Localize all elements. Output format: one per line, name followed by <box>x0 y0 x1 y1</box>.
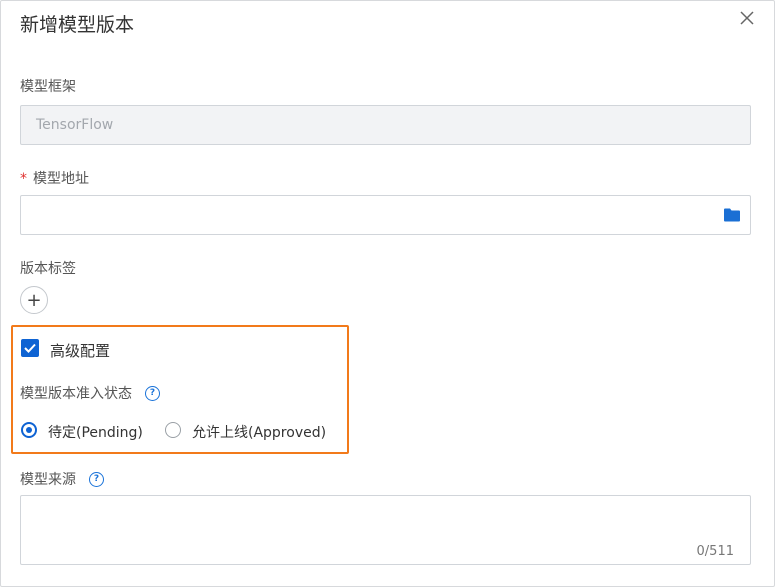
add-tag-button[interactable]: + <box>20 286 48 314</box>
framework-field: TensorFlow <box>20 105 751 145</box>
version-tags-label: 版本标签 <box>20 261 76 277</box>
radio-approved[interactable] <box>165 422 181 438</box>
close-button[interactable] <box>738 9 756 27</box>
checkmark-icon <box>24 343 36 353</box>
framework-label: 模型框架 <box>20 79 76 95</box>
model-source-textarea[interactable]: 0/511 <box>20 495 751 565</box>
help-icon[interactable]: ? <box>89 472 104 487</box>
model-address-label-text: 模型地址 <box>33 171 89 187</box>
advanced-config-checkbox[interactable] <box>21 339 39 357</box>
model-source-label: 模型来源 <box>20 472 76 488</box>
radio-approved-label: 允许上线(Approved) <box>192 425 327 441</box>
folder-icon[interactable] <box>724 208 740 222</box>
dialog-title: 新增模型版本 <box>20 14 135 36</box>
help-icon[interactable]: ? <box>145 386 160 401</box>
advanced-config-label: 高级配置 <box>50 342 111 360</box>
model-address-label: * 模型地址 <box>20 168 89 188</box>
char-counter: 0/511 <box>696 544 734 559</box>
radio-pending-label: 待定(Pending) <box>48 425 143 441</box>
admission-status-label: 模型版本准入状态 <box>20 386 132 402</box>
dialog: 新增模型版本 模型框架 TensorFlow * 模型地址 版本标签 + 高级配置… <box>0 0 775 587</box>
framework-value: TensorFlow <box>36 117 114 133</box>
plus-icon: + <box>26 289 42 311</box>
model-address-input[interactable] <box>20 195 751 235</box>
radio-pending[interactable] <box>21 422 37 438</box>
required-mark: * <box>20 171 27 187</box>
close-icon <box>740 11 754 25</box>
